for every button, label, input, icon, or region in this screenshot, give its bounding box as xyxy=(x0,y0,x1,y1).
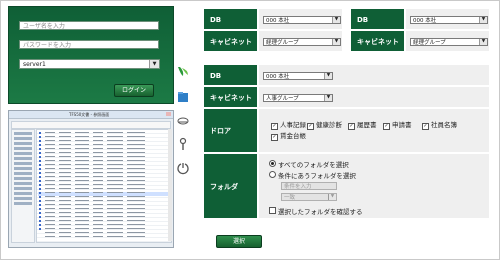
thumbnail-marker-column xyxy=(39,132,41,230)
top-right-db-value: 000 本社 xyxy=(413,18,437,24)
radio-icon xyxy=(269,171,276,178)
drawer-checkbox-label: 申請書 xyxy=(392,121,412,129)
drawer-cell: ✓ 人事記録 ✓ 健康診断 ✓ 履歴書 ✓ 申請書 ✓ 社員名簿 ✓ 賃金台帳 xyxy=(258,108,490,153)
login-button[interactable]: ログイン xyxy=(114,84,154,97)
checkbox-checked-icon: ✓ xyxy=(383,123,390,130)
folder-icon[interactable] xyxy=(176,90,190,104)
logo-leaf-icon xyxy=(178,67,188,76)
top-right-db-cell: 000 本社 ▼ xyxy=(405,8,490,30)
top-right-cabinet-cell: 経理グループ ▼ xyxy=(405,30,490,52)
condition-match-value: 一致 xyxy=(284,195,296,201)
top-right-cabinet-label: キャビネット xyxy=(350,30,405,52)
cabinet-label: キャビネット xyxy=(203,86,258,108)
top-left-db-cell: 000 本社 ▼ xyxy=(258,8,343,30)
checkbox-checked-icon: ✓ xyxy=(271,134,278,141)
folder-radio-all[interactable]: すべてのフォルダを選択 xyxy=(269,159,349,169)
checkbox-checked-icon: ✓ xyxy=(307,123,314,130)
chevron-down-icon: ▼ xyxy=(479,17,487,23)
top-left-cabinet-value: 経理グループ xyxy=(266,40,299,46)
top-left-cabinet-label: キャビネット xyxy=(203,30,258,52)
top-right-db-label: DB xyxy=(350,8,405,30)
thumbnail-title: TFS50文書 - 参照画面 xyxy=(69,112,110,117)
top-left-cabinet-cell: 経理グループ ▼ xyxy=(258,30,343,52)
chevron-down-icon: ▼ xyxy=(149,60,159,68)
db-label: DB xyxy=(203,64,258,86)
checkbox-checked-icon: ✓ xyxy=(348,123,355,130)
drawer-checkbox-0[interactable]: ✓ 人事記録 xyxy=(271,119,306,130)
folder-radio-match-label: 条件にあうフォルダを選択 xyxy=(278,172,356,180)
chevron-down-icon: ▼ xyxy=(332,39,340,45)
folder-cell: すべてのフォルダを選択 条件にあうフォルダを選択 条件を入力 一致 ▼ 選択したフ… xyxy=(258,153,490,219)
top-left-cabinet-select[interactable]: 経理グループ ▼ xyxy=(263,38,341,46)
db-cell: 000 本社 ▼ xyxy=(258,64,490,86)
confirm-selected-label: 選択したフォルダを確認する xyxy=(278,208,363,216)
checkbox-checked-icon: ✓ xyxy=(271,123,278,130)
db-select[interactable]: 000 本社 ▼ xyxy=(263,72,333,80)
thumbnail-scrollbar xyxy=(168,129,172,241)
drawer-checkbox-2[interactable]: ✓ 履歴書 xyxy=(348,119,377,130)
checkbox-icon xyxy=(269,207,276,214)
drawer-label: ドロア xyxy=(203,108,258,153)
thumbnail-column xyxy=(45,132,55,238)
screenshot-thumbnail: TFS50文書 - 参照画面 xyxy=(8,110,174,248)
server-icon[interactable] xyxy=(176,114,190,128)
server-select[interactable]: server1 ▼ xyxy=(19,59,160,69)
drawer-checkbox-label: 健康診断 xyxy=(316,121,342,129)
server-select-value: server1 xyxy=(23,61,46,68)
top-left-db-value: 000 本社 xyxy=(266,18,290,24)
top-right-cabinet-value: 経理グループ xyxy=(413,40,446,46)
thumbnail-column xyxy=(93,132,103,238)
condition-match-select[interactable]: 一致 ▼ xyxy=(281,193,337,201)
key-icon[interactable] xyxy=(176,137,190,151)
thumbnail-titlebar: TFS50文書 - 参照画面 xyxy=(9,111,173,119)
chevron-down-icon: ▼ xyxy=(479,39,487,45)
radio-selected-icon xyxy=(269,160,276,167)
chevron-down-icon: ▼ xyxy=(324,95,332,101)
close-icon xyxy=(166,112,171,116)
checkbox-checked-icon: ✓ xyxy=(422,123,429,130)
thumbnail-selected-row xyxy=(38,192,170,196)
chevron-down-icon: ▼ xyxy=(324,73,332,79)
drawer-checkbox-3[interactable]: ✓ 申請書 xyxy=(383,119,412,130)
folder-radio-match[interactable]: 条件にあうフォルダを選択 xyxy=(269,170,356,180)
thumbnail-column xyxy=(127,132,145,238)
password-input[interactable]: パスワードを入力 xyxy=(19,40,159,49)
drawer-checkbox-label: 人事記録 xyxy=(280,121,306,129)
db-select-value: 000 本社 xyxy=(266,74,290,80)
drawer-checkbox-5[interactable]: ✓ 賃金台帳 xyxy=(271,130,306,141)
confirm-selected-checkbox[interactable]: 選択したフォルダを確認する xyxy=(269,206,363,216)
thumbnail-column xyxy=(75,132,89,238)
top-right-db-select[interactable]: 000 本社 ▼ xyxy=(410,16,488,24)
logout-icon[interactable] xyxy=(176,162,190,176)
select-button[interactable]: 選択 xyxy=(216,235,262,248)
thumbnail-column xyxy=(59,132,71,238)
folder-label: フォルダ xyxy=(203,153,258,219)
thumbnail-grid xyxy=(36,129,172,243)
drawer-checkbox-1[interactable]: ✓ 健康診断 xyxy=(307,119,342,130)
drawer-checkbox-label: 社員名簿 xyxy=(431,121,457,129)
top-right-cabinet-select[interactable]: 経理グループ ▼ xyxy=(410,38,488,46)
cabinet-cell: 人事グループ ▼ xyxy=(258,86,490,108)
drawer-checkbox-label: 賃金台帳 xyxy=(280,132,306,140)
thumbnail-column xyxy=(107,132,123,238)
thumbnail-tree xyxy=(11,129,35,243)
top-left-db-label: DB xyxy=(203,8,258,30)
condition-field-input[interactable]: 条件を入力 xyxy=(281,182,337,190)
username-input[interactable]: ユーザ名を入力 xyxy=(19,21,159,30)
chevron-down-icon: ▼ xyxy=(332,17,340,23)
top-left-db-select[interactable]: 000 本社 ▼ xyxy=(263,16,341,24)
cabinet-select-value: 人事グループ xyxy=(266,96,299,102)
cabinet-select[interactable]: 人事グループ ▼ xyxy=(263,94,333,102)
chevron-down-icon: ▼ xyxy=(328,194,336,200)
drawer-checkbox-4[interactable]: ✓ 社員名簿 xyxy=(422,119,457,130)
folder-radio-all-label: すべてのフォルダを選択 xyxy=(278,161,349,169)
drawer-checkbox-label: 履歴書 xyxy=(357,121,377,129)
thumbnail-toolbar xyxy=(11,121,171,129)
